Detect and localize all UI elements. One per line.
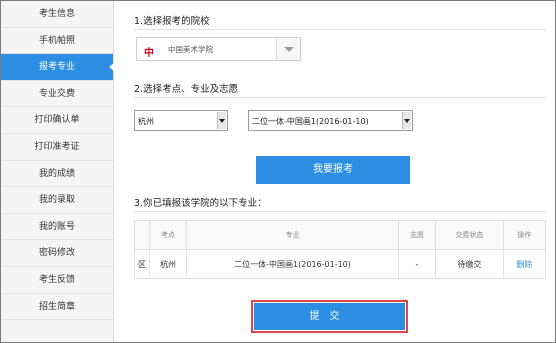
- column-header-action: 操作: [502, 220, 547, 250]
- column-header-mark: [134, 220, 150, 250]
- chevron-down-icon[interactable]: [217, 112, 226, 129]
- column-header-site: 考点: [148, 220, 188, 250]
- sidebar-item-print-admission-ticket[interactable]: 打印准考证: [1, 134, 113, 161]
- row-mark: 区: [134, 249, 150, 279]
- step3-title: 3.你已填报该学院的以下专业：: [134, 198, 267, 209]
- sidebar-item-student-info[interactable]: 考生信息: [1, 1, 113, 28]
- sidebar-item-fee-payment[interactable]: 专业交费: [1, 81, 113, 108]
- column-header-choice: 志愿: [397, 220, 437, 250]
- sidebar-item-print-confirmation[interactable]: 打印确认单: [1, 107, 113, 134]
- row-major: 二位一体-中国画1(2016-01-10): [186, 249, 399, 279]
- row-choice: -: [397, 249, 437, 279]
- exam-site-select[interactable]: 杭州: [134, 110, 228, 131]
- sidebar-menu: 考生信息 手机帕照 报考专业 专业交费 打印确认单 打印准考证 我的成绩 我的录…: [1, 1, 114, 342]
- table-header-row: 考点 专业 志愿 交费状态 操作: [134, 220, 547, 250]
- table-row: 区 杭州 二位一体-中国画1(2016-01-10) - 待缴交 删除: [134, 249, 547, 279]
- row-fee-status: 待缴交: [435, 249, 504, 279]
- delete-link[interactable]: 删除: [502, 249, 547, 279]
- sidebar-item-my-account[interactable]: 我的账号: [1, 214, 113, 241]
- sidebar-item-feedback[interactable]: 考生反馈: [1, 267, 113, 294]
- chevron-down-icon[interactable]: [402, 112, 411, 129]
- sidebar-item-change-password[interactable]: 密码修改: [1, 240, 113, 267]
- divider: [134, 211, 546, 212]
- apply-button[interactable]: 我要报考: [256, 156, 410, 184]
- school-select[interactable]: 中 中国美术学院: [136, 37, 301, 61]
- school-name: 中国美术学院: [168, 45, 213, 54]
- sidebar-item-apply-major[interactable]: 报考专业: [1, 54, 114, 81]
- column-header-fee-status: 交费状态: [435, 220, 504, 250]
- step2-title: 2.选择考点、专业及志愿: [134, 84, 239, 95]
- divider: [134, 29, 546, 30]
- column-header-major: 专业: [186, 220, 399, 250]
- chevron-down-icon: [284, 47, 294, 52]
- exam-site-value: 杭州: [138, 117, 154, 126]
- main-content: 1.选择报考的院校 中 中国美术学院 2.选择考点、专业及志愿 杭州 二位一体-…: [113, 0, 556, 343]
- divider: [134, 97, 546, 98]
- sidebar-item-my-scores[interactable]: 我的成绩: [1, 161, 113, 188]
- sidebar-item-phone-photo[interactable]: 手机帕照: [1, 28, 113, 55]
- submit-highlight: 提交: [251, 300, 408, 333]
- applied-majors-table: 考点 专业 志愿 交费状态 操作 区 杭州 二位一体-中国画1(2016-01-…: [134, 220, 547, 279]
- major-select[interactable]: 二位一体-中国画1(2016-01-10): [248, 110, 413, 131]
- school-logo-icon: 中: [144, 48, 154, 59]
- sidebar-item-admission-brochure[interactable]: 招生简章: [1, 294, 113, 321]
- major-value: 二位一体-中国画1(2016-01-10): [252, 117, 369, 126]
- sidebar-item-my-admission[interactable]: 我的录取: [1, 187, 113, 214]
- dropdown-button[interactable]: [276, 38, 300, 60]
- submit-button[interactable]: 提交: [254, 303, 405, 330]
- step1-title: 1.选择报考的院校: [134, 16, 210, 27]
- row-site: 杭州: [148, 249, 188, 279]
